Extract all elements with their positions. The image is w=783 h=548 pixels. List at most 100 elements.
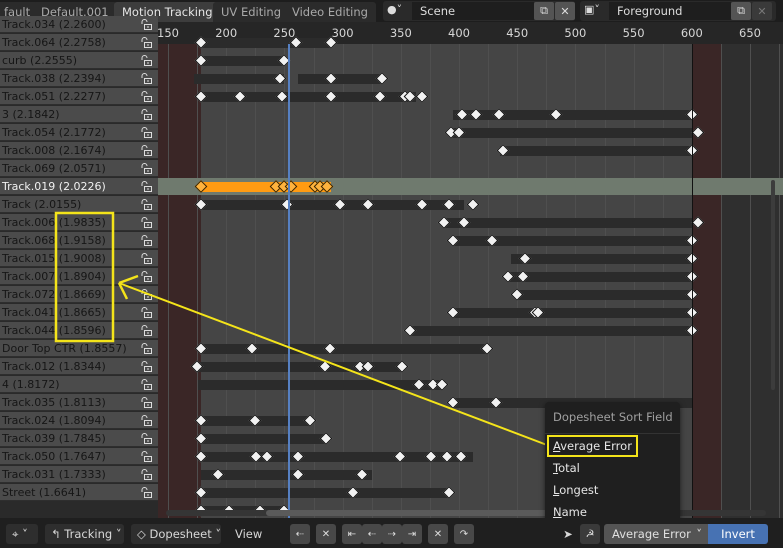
track-row[interactable]: [158, 340, 783, 357]
track-row[interactable]: [158, 52, 783, 69]
clear-path-before-icon[interactable]: ✕: [316, 524, 336, 544]
track-row[interactable]: [158, 412, 783, 429]
tab-uv-editing[interactable]: UV Editing: [213, 2, 289, 23]
track-area[interactable]: [158, 36, 783, 518]
track-channel[interactable]: Track.012 (1.8344): [0, 358, 158, 375]
track-row[interactable]: [158, 142, 783, 159]
lock-icon[interactable]: [140, 19, 152, 30]
track-channel[interactable]: Track.041 (1.8665): [0, 304, 158, 321]
dopesheet-timeline[interactable]: 150 200 250 300 350 400 450 500 550 600 650: [158, 22, 783, 518]
track-channel[interactable]: Track.019 (2.0226): [0, 178, 158, 195]
track-row[interactable]: [158, 376, 783, 393]
lock-icon[interactable]: [140, 379, 152, 390]
lock-icon[interactable]: [140, 37, 152, 48]
view-type-dropdown[interactable]: ◇ Dopesheet ˅: [131, 524, 221, 544]
new-scene-icon[interactable]: ⧉: [534, 2, 554, 20]
view-layer-icon[interactable]: ▣˅: [584, 3, 610, 19]
track-row[interactable]: [158, 358, 783, 375]
clear-path-after-icon[interactable]: ✕: [428, 524, 448, 544]
track-row[interactable]: [158, 88, 783, 105]
lock-icon[interactable]: [140, 361, 152, 372]
lock-icon[interactable]: [140, 415, 152, 426]
track-row[interactable]: [158, 448, 783, 465]
vertical-scrollbar[interactable]: [771, 180, 775, 390]
lock-icon[interactable]: [140, 181, 152, 192]
jump-to-start-icon[interactable]: ⇤: [342, 524, 362, 544]
keyframe-marker[interactable]: [466, 198, 480, 211]
lock-icon[interactable]: [140, 235, 152, 246]
track-row[interactable]: [158, 286, 783, 303]
track-channel[interactable]: Track.051 (2.2277): [0, 88, 158, 105]
view-layer-name-field[interactable]: Foreground: [609, 2, 731, 20]
track-row[interactable]: [158, 466, 783, 483]
select-cursor-icon[interactable]: ➤: [560, 524, 576, 544]
scene-icon[interactable]: ●˅: [387, 3, 413, 19]
track-channel[interactable]: Track.031 (1.7333): [0, 466, 158, 483]
lock-icon[interactable]: [140, 325, 152, 336]
track-channel[interactable]: Track.054 (2.1772): [0, 124, 158, 141]
track-channel[interactable]: Track.035 (1.8113): [0, 394, 158, 411]
menu-item-total[interactable]: Total: [553, 459, 580, 477]
lock-icon[interactable]: [140, 163, 152, 174]
mode-dropdown[interactable]: ↰ Tracking ˅: [45, 524, 124, 544]
jump-to-previous-keyframe-icon[interactable]: ⇠: [290, 524, 310, 544]
track-row[interactable]: [158, 268, 783, 285]
scene-name-field[interactable]: Scene: [412, 2, 534, 20]
lock-icon[interactable]: [140, 469, 152, 480]
track-channel[interactable]: Track.050 (1.7647): [0, 448, 158, 465]
refine-path-icon[interactable]: ↷: [454, 524, 474, 544]
keyframe-marker[interactable]: [691, 216, 704, 229]
pivot-dropdown[interactable]: ⌖ ˅: [6, 524, 38, 544]
track-row[interactable]: [158, 214, 783, 231]
track-channel[interactable]: Track.006 (1.9835): [0, 214, 158, 231]
lock-icon[interactable]: [140, 91, 152, 102]
track-channel[interactable]: Track.008 (2.1674): [0, 142, 158, 159]
track-channel[interactable]: Track.034 (2.2600): [0, 16, 158, 33]
current-frame-indicator[interactable]: [287, 44, 290, 518]
track-channel[interactable]: 3 (2.1842): [0, 106, 158, 123]
track-channel[interactable]: Street (1.6641): [0, 484, 158, 501]
track-channel[interactable]: Track.007 (1.8904): [0, 268, 158, 285]
track-row[interactable]: [158, 196, 783, 213]
track-channel[interactable]: 4 (1.8172): [0, 376, 158, 393]
lock-icon[interactable]: [140, 271, 152, 282]
track-channel[interactable]: Track.015 (1.9008): [0, 250, 158, 267]
lock-icon[interactable]: [140, 343, 152, 354]
track-row[interactable]: [158, 232, 783, 249]
track-channel[interactable]: Track.072 (1.8669): [0, 286, 158, 303]
track-channel[interactable]: curb (2.2555): [0, 52, 158, 69]
track-row[interactable]: [158, 178, 783, 195]
close-icon[interactable]: ✕: [752, 2, 772, 20]
lock-icon[interactable]: [140, 451, 152, 462]
track-row[interactable]: [158, 304, 783, 321]
lock-icon[interactable]: [140, 127, 152, 138]
next-segment-icon[interactable]: ⇢: [382, 524, 402, 544]
view-menu[interactable]: View: [235, 524, 262, 544]
track-channel[interactable]: Track (2.0155): [0, 196, 158, 213]
track-channel[interactable]: Track.044 (1.8596): [0, 322, 158, 339]
track-channel[interactable]: Track.039 (1.7845): [0, 430, 158, 447]
lock-icon[interactable]: [140, 487, 152, 498]
track-row[interactable]: [158, 250, 783, 267]
track-channel[interactable]: Track.038 (2.2394): [0, 70, 158, 87]
lock-icon[interactable]: [140, 73, 152, 84]
lock-icon[interactable]: [140, 433, 152, 444]
lock-icon[interactable]: [140, 397, 152, 408]
track-channel[interactable]: Track.064 (2.2758): [0, 34, 158, 51]
track-channel[interactable]: Door Top CTR (1.8557): [0, 340, 158, 357]
tab-video-editing[interactable]: Video Editing: [284, 2, 376, 23]
menu-item-longest[interactable]: Longest: [553, 481, 598, 499]
ghost-icon[interactable]: ☭: [580, 524, 600, 544]
lock-icon[interactable]: [140, 289, 152, 300]
lock-icon[interactable]: [140, 253, 152, 264]
lock-icon[interactable]: [140, 109, 152, 120]
track-row[interactable]: [158, 430, 783, 447]
track-row[interactable]: [158, 106, 783, 123]
sort-field-dropdown[interactable]: Average Error ˅: [604, 524, 708, 544]
close-icon[interactable]: ✕: [555, 2, 575, 20]
track-row[interactable]: [158, 160, 783, 177]
lock-icon[interactable]: [140, 217, 152, 228]
keyframe-marker[interactable]: [691, 126, 704, 139]
track-row[interactable]: [158, 34, 783, 51]
new-view-layer-icon[interactable]: ⧉: [731, 2, 751, 20]
